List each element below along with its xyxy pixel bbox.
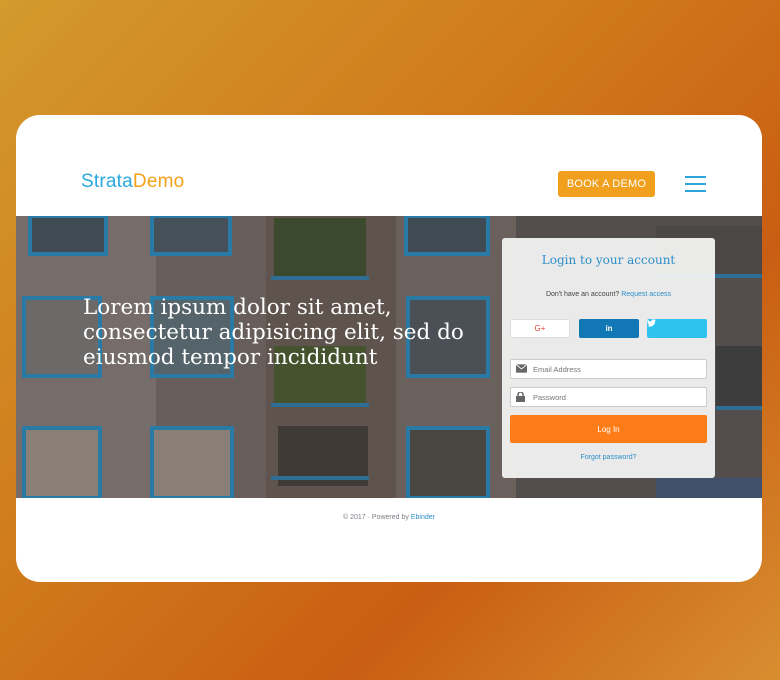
footer: © 2017 · Powered by Ebinder: [16, 514, 762, 521]
twitter-button[interactable]: [647, 319, 707, 338]
hero-headline: Lorem ipsum dolor sit amet, consectetur …: [83, 295, 464, 370]
login-title: Login to your account: [541, 253, 676, 267]
forgot-password-link[interactable]: Forgot password?: [502, 454, 715, 461]
login-button[interactable]: Log In: [510, 415, 707, 443]
login-panel: Login to your account Don't have an acco…: [502, 238, 715, 478]
email-input[interactable]: [531, 361, 705, 377]
hero-section: Lorem ipsum dolor sit amet, consectetur …: [16, 216, 762, 498]
google-plus-button[interactable]: G+: [510, 319, 570, 338]
password-input[interactable]: [531, 389, 705, 405]
hamburger-icon[interactable]: [685, 176, 706, 192]
book-demo-button[interactable]: BOOK A DEMO: [558, 171, 655, 197]
linkedin-button[interactable]: in: [579, 319, 639, 338]
linkedin-icon: in: [605, 324, 613, 333]
envelope-icon: [516, 364, 527, 373]
logo-part-strata: Strata: [81, 171, 133, 192]
main-card: StrataDemo BOOK A DEMO Lorem ipsum dolor…: [16, 115, 762, 582]
request-access-link[interactable]: Request access: [621, 291, 671, 298]
signup-line: Don't have an account? Request access: [502, 291, 715, 298]
email-field[interactable]: [510, 359, 707, 379]
ebinder-link[interactable]: Ebinder: [411, 514, 435, 521]
no-account-text: Don't have an account?: [545, 291, 620, 298]
lock-icon: [516, 392, 525, 402]
header: StrataDemo BOOK A DEMO: [16, 115, 762, 216]
password-field[interactable]: [510, 387, 707, 407]
google-plus-icon: G+: [534, 324, 546, 333]
footer-text: © 2017 · Powered by: [343, 514, 409, 521]
twitter-icon: [647, 319, 656, 327]
logo-part-demo: Demo: [132, 171, 185, 192]
logo[interactable]: StrataDemo: [81, 171, 184, 193]
